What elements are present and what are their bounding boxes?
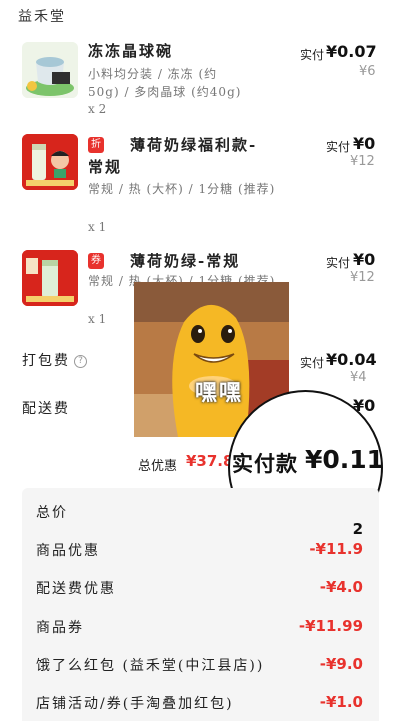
- item-spec: 小料均分装 / 冻冻 (约50g) / 多肉晶球 (约40g): [88, 67, 242, 99]
- item-quantity: x 1: [88, 220, 107, 234]
- summary-row-label: 商品优惠: [36, 543, 100, 559]
- packing-fee-paid: ¥0.04: [326, 350, 377, 369]
- paid-label: 实付: [326, 140, 351, 154]
- price-summary-panel: [22, 488, 379, 721]
- delivery-fee-label: 配送费: [22, 401, 70, 417]
- summary-row-label: 饿了么红包 (益禾堂(中江县店)): [36, 658, 265, 674]
- summary-row-label: 配送费优惠: [36, 581, 116, 597]
- item-paid-price: ¥0: [353, 250, 376, 269]
- item-name[interactable]: 薄荷奶绿-常规: [88, 250, 258, 272]
- meme-caption: 嘿嘿: [195, 381, 244, 406]
- product-image: [22, 134, 78, 190]
- summary-row-value: -¥4.0: [319, 578, 363, 596]
- packing-fee-label: 打包费: [22, 353, 70, 369]
- item-name[interactable]: 薄荷奶绿福利款-常规: [88, 134, 258, 178]
- summary-row-value: -¥9.0: [319, 655, 363, 673]
- summary-title-value: 2: [352, 520, 363, 538]
- actual-payment-value: ¥0.11: [305, 445, 385, 474]
- item-paid-price: ¥0.07: [326, 42, 377, 61]
- packing-fee-original: ¥4: [350, 370, 367, 385]
- store-name[interactable]: 益禾堂: [18, 6, 66, 26]
- product-image: [22, 42, 78, 98]
- item-original-price: ¥12: [350, 154, 375, 169]
- item-original-price: ¥6: [359, 64, 376, 79]
- summary-row-label: 店铺活动/券(手淘叠加红包): [36, 696, 234, 712]
- summary-row-value: -¥11.9: [309, 540, 363, 558]
- item-name[interactable]: 冻冻晶球碗: [88, 40, 173, 62]
- help-icon[interactable]: ?: [74, 354, 87, 368]
- summary-row-value: -¥11.99: [298, 617, 363, 635]
- total-discount-label: 总优惠: [138, 459, 178, 474]
- packing-fee-row: 打包费?: [22, 350, 87, 370]
- item-spec: 常规 / 热 (大杯) / 1分糖 (推荐): [88, 182, 276, 196]
- paid-label: 实付: [300, 356, 325, 370]
- item-original-price: ¥12: [350, 270, 375, 285]
- item-quantity: x 1: [88, 312, 107, 326]
- order-item: 折 薄荷奶绿福利款-常规 常规 / 热 (大杯) / 1分糖 (推荐) x 1 …: [0, 134, 401, 234]
- total-discount-value: ¥37.8: [186, 452, 234, 470]
- product-image: [22, 250, 78, 306]
- item-paid-price: ¥0: [353, 134, 376, 153]
- item-quantity: x 2: [88, 102, 107, 116]
- summary-title: 总价: [36, 505, 68, 521]
- summary-row-value: -¥1.0: [319, 693, 363, 711]
- actual-payment-label: 实付款: [232, 451, 298, 476]
- summary-row-label: 商品券: [36, 620, 84, 636]
- order-item: 冻冻晶球碗 小料均分装 / 冻冻 (约50g) / 多肉晶球 (约40g) x …: [0, 38, 401, 118]
- paid-label: 实付: [300, 48, 325, 62]
- paid-label: 实付: [326, 256, 351, 270]
